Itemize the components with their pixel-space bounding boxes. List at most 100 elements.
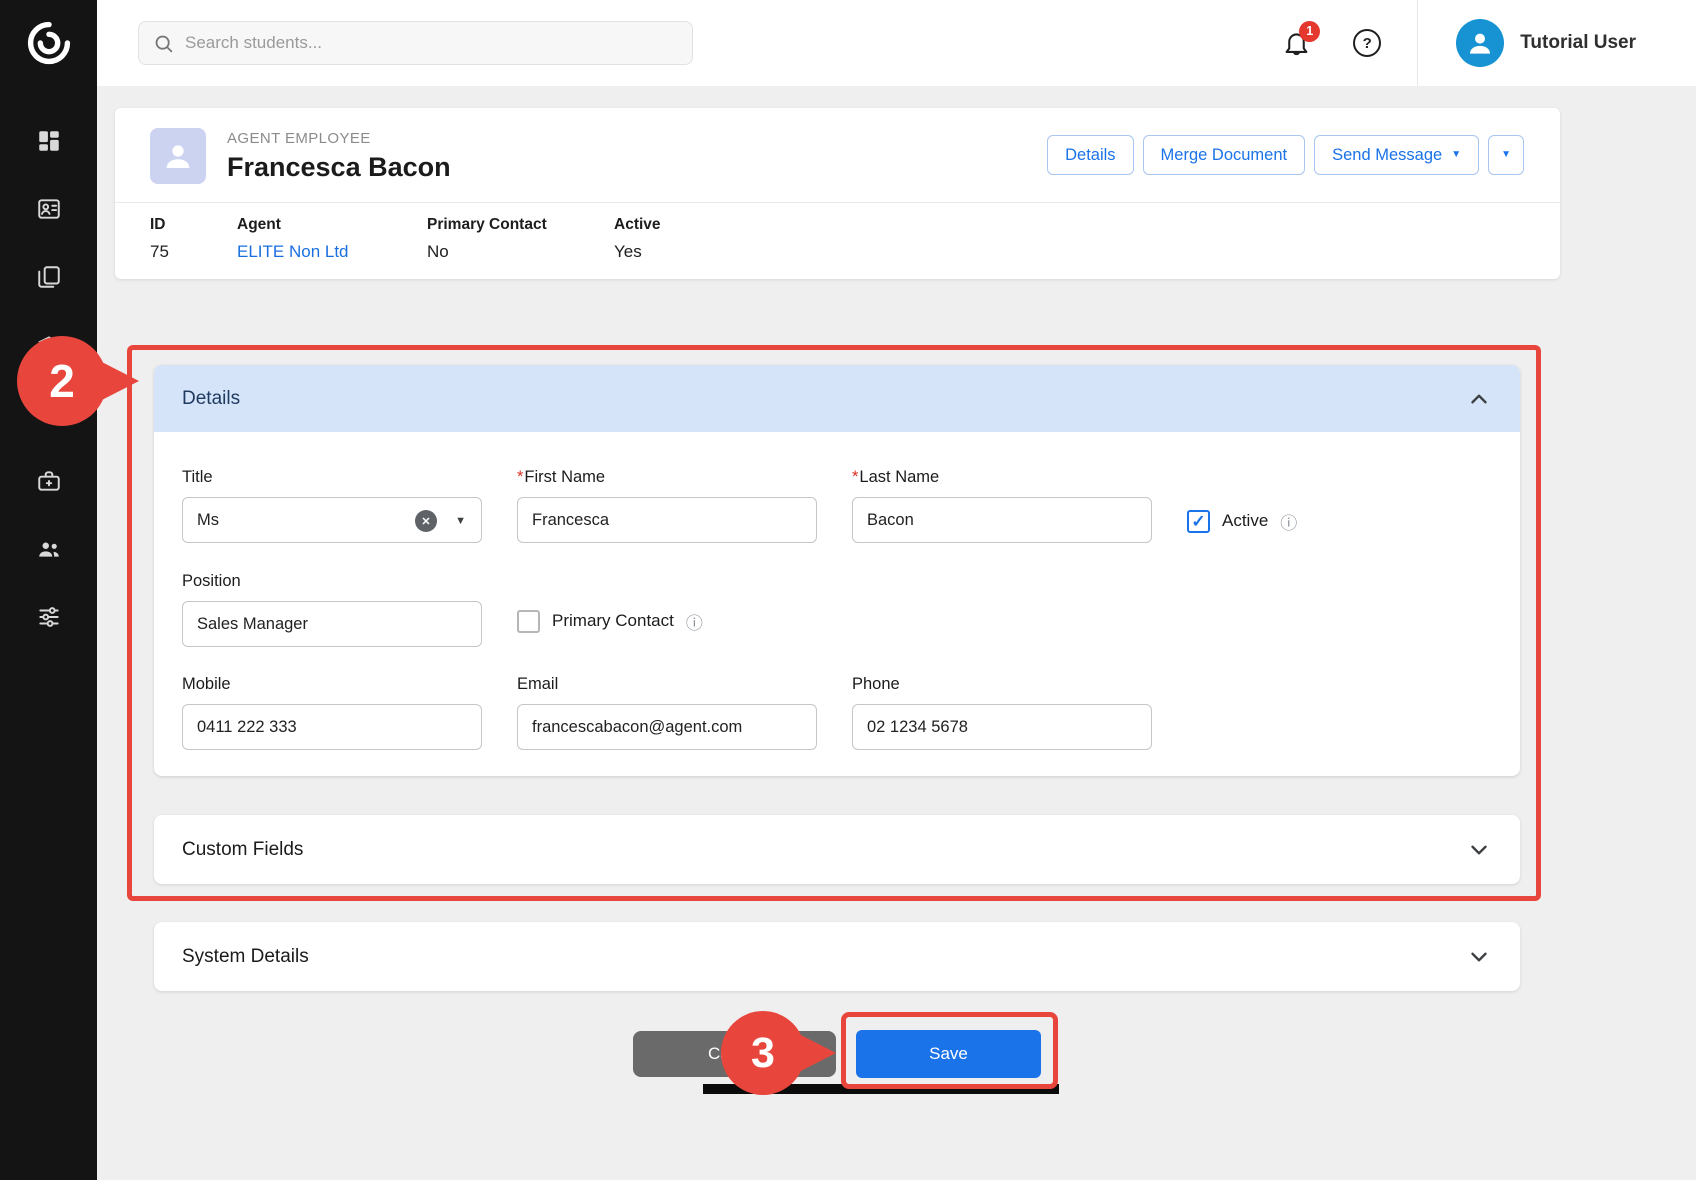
merge-document-button[interactable]: Merge Document bbox=[1143, 135, 1306, 175]
entity-avatar bbox=[150, 128, 206, 184]
primary-contact-field: Primary Contact ⓘ bbox=[517, 598, 817, 644]
more-actions-button[interactable]: ▼ bbox=[1488, 135, 1524, 175]
info-icon[interactable]: ⓘ bbox=[686, 609, 703, 634]
meta-id: ID 75 bbox=[150, 216, 237, 262]
caret-down-icon[interactable]: ▼ bbox=[455, 515, 466, 527]
sidebar-item-applications[interactable] bbox=[0, 379, 97, 447]
header-actions: Details Merge Document Send Message ▼ ▼ bbox=[1047, 135, 1524, 175]
sidebar-nav bbox=[0, 107, 97, 651]
email-label: Email bbox=[517, 675, 817, 694]
people-icon bbox=[36, 536, 62, 562]
search-input[interactable] bbox=[185, 33, 678, 53]
active-field: ✓ Active ⓘ bbox=[1187, 498, 1492, 544]
required-asterisk: * bbox=[517, 468, 523, 487]
page-title: Francesca Bacon bbox=[227, 152, 451, 183]
details-panel-title: Details bbox=[182, 388, 240, 410]
sidebar-item-courses[interactable] bbox=[0, 311, 97, 379]
sidebar-item-contacts[interactable] bbox=[0, 175, 97, 243]
system-details-title: System Details bbox=[182, 946, 309, 968]
help-button[interactable]: ? bbox=[1353, 29, 1381, 57]
save-button[interactable]: Save bbox=[856, 1030, 1041, 1078]
app-logo[interactable] bbox=[0, 0, 97, 86]
user-name[interactable]: Tutorial User bbox=[1520, 32, 1636, 54]
caret-down-icon: ▼ bbox=[1451, 150, 1461, 160]
system-details-panel[interactable]: System Details bbox=[154, 922, 1520, 991]
info-icon[interactable]: ⓘ bbox=[1280, 509, 1297, 534]
sidebar-item-dashboard[interactable] bbox=[0, 107, 97, 175]
meta-primary-contact: Primary Contact No bbox=[427, 216, 614, 262]
position-input[interactable] bbox=[182, 601, 482, 647]
caret-down-icon: ▼ bbox=[1501, 150, 1511, 160]
send-message-button[interactable]: Send Message ▼ bbox=[1314, 135, 1479, 175]
agent-link[interactable]: ELITE Non Ltd bbox=[237, 242, 427, 262]
graduation-cap-icon bbox=[36, 332, 62, 358]
details-button[interactable]: Details bbox=[1047, 135, 1133, 175]
details-panel-body: Title Ms ✕ ▼ * First Name * Last Name bbox=[154, 432, 1520, 776]
chevron-down-icon[interactable] bbox=[1466, 837, 1492, 863]
clear-icon[interactable]: ✕ bbox=[415, 510, 437, 532]
title-value: Ms bbox=[197, 511, 219, 530]
annotation-arrow-2 bbox=[96, 359, 139, 403]
position-label: Position bbox=[182, 572, 482, 591]
sliders-icon bbox=[36, 604, 62, 630]
custom-fields-panel[interactable]: Custom Fields bbox=[154, 815, 1520, 884]
title-field: Title Ms ✕ ▼ bbox=[182, 468, 482, 544]
sidebar bbox=[0, 0, 97, 1180]
cancel-button[interactable]: Cancel bbox=[633, 1031, 836, 1077]
mobile-label: Mobile bbox=[182, 675, 482, 694]
topbar-divider bbox=[1417, 0, 1418, 86]
briefcase-icon bbox=[36, 468, 62, 494]
user-icon bbox=[1465, 28, 1495, 58]
search-icon bbox=[153, 33, 174, 54]
record-header-card: AGENT EMPLOYEE Francesca Bacon Details M… bbox=[115, 108, 1560, 279]
phone-label: Phone bbox=[852, 675, 1152, 694]
first-name-field: * First Name bbox=[517, 468, 817, 544]
title-label: Title bbox=[182, 468, 482, 487]
custom-fields-title: Custom Fields bbox=[182, 839, 303, 861]
dashboard-icon bbox=[36, 128, 62, 154]
meta-active: Active Yes bbox=[614, 216, 661, 262]
sidebar-item-agents[interactable] bbox=[0, 515, 97, 583]
search-box[interactable] bbox=[138, 21, 693, 65]
notifications-button[interactable]: 1 bbox=[1282, 29, 1311, 58]
check-icon: ✓ bbox=[1191, 513, 1205, 530]
cropped-element-edge bbox=[703, 1084, 1059, 1094]
mobile-field: Mobile bbox=[182, 675, 482, 750]
last-name-field: * Last Name bbox=[852, 468, 1152, 544]
chevron-up-icon[interactable] bbox=[1466, 386, 1492, 412]
first-name-input[interactable] bbox=[517, 497, 817, 543]
topbar: 1 ? Tutorial User bbox=[97, 0, 1696, 86]
record-meta-row: ID 75 Agent ELITE Non Ltd Primary Contac… bbox=[115, 202, 1560, 279]
chevron-down-icon[interactable] bbox=[1466, 944, 1492, 970]
contact-card-icon bbox=[36, 196, 62, 222]
first-name-label: * First Name bbox=[517, 468, 817, 487]
active-label: Active bbox=[1222, 511, 1268, 531]
active-checkbox[interactable]: ✓ bbox=[1187, 510, 1210, 533]
person-icon bbox=[161, 139, 195, 173]
position-field: Position bbox=[182, 572, 482, 647]
phone-field: Phone bbox=[852, 675, 1152, 750]
title-select[interactable]: Ms ✕ ▼ bbox=[182, 497, 482, 543]
last-name-input[interactable] bbox=[852, 497, 1152, 543]
details-panel-header[interactable]: Details bbox=[154, 365, 1520, 432]
sidebar-item-documents[interactable] bbox=[0, 243, 97, 311]
entity-type-label: AGENT EMPLOYEE bbox=[227, 130, 451, 147]
meta-agent: Agent ELITE Non Ltd bbox=[237, 216, 427, 262]
primary-contact-label: Primary Contact bbox=[552, 611, 674, 631]
entity-text: AGENT EMPLOYEE Francesca Bacon bbox=[227, 128, 451, 183]
email-input[interactable] bbox=[517, 704, 817, 750]
help-icon: ? bbox=[1363, 35, 1372, 52]
notification-badge: 1 bbox=[1299, 21, 1320, 42]
email-field: Email bbox=[517, 675, 817, 750]
sidebar-item-settings[interactable] bbox=[0, 583, 97, 651]
last-name-label: * Last Name bbox=[852, 468, 1152, 487]
phone-input[interactable] bbox=[852, 704, 1152, 750]
sidebar-item-services[interactable] bbox=[0, 447, 97, 515]
documents-icon bbox=[36, 264, 62, 290]
topbar-right: 1 ? Tutorial User bbox=[1282, 0, 1696, 86]
mobile-input[interactable] bbox=[182, 704, 482, 750]
user-avatar[interactable] bbox=[1456, 19, 1504, 67]
record-header-top: AGENT EMPLOYEE Francesca Bacon Details M… bbox=[115, 108, 1560, 202]
required-asterisk: * bbox=[852, 468, 858, 487]
primary-contact-checkbox[interactable] bbox=[517, 610, 540, 633]
